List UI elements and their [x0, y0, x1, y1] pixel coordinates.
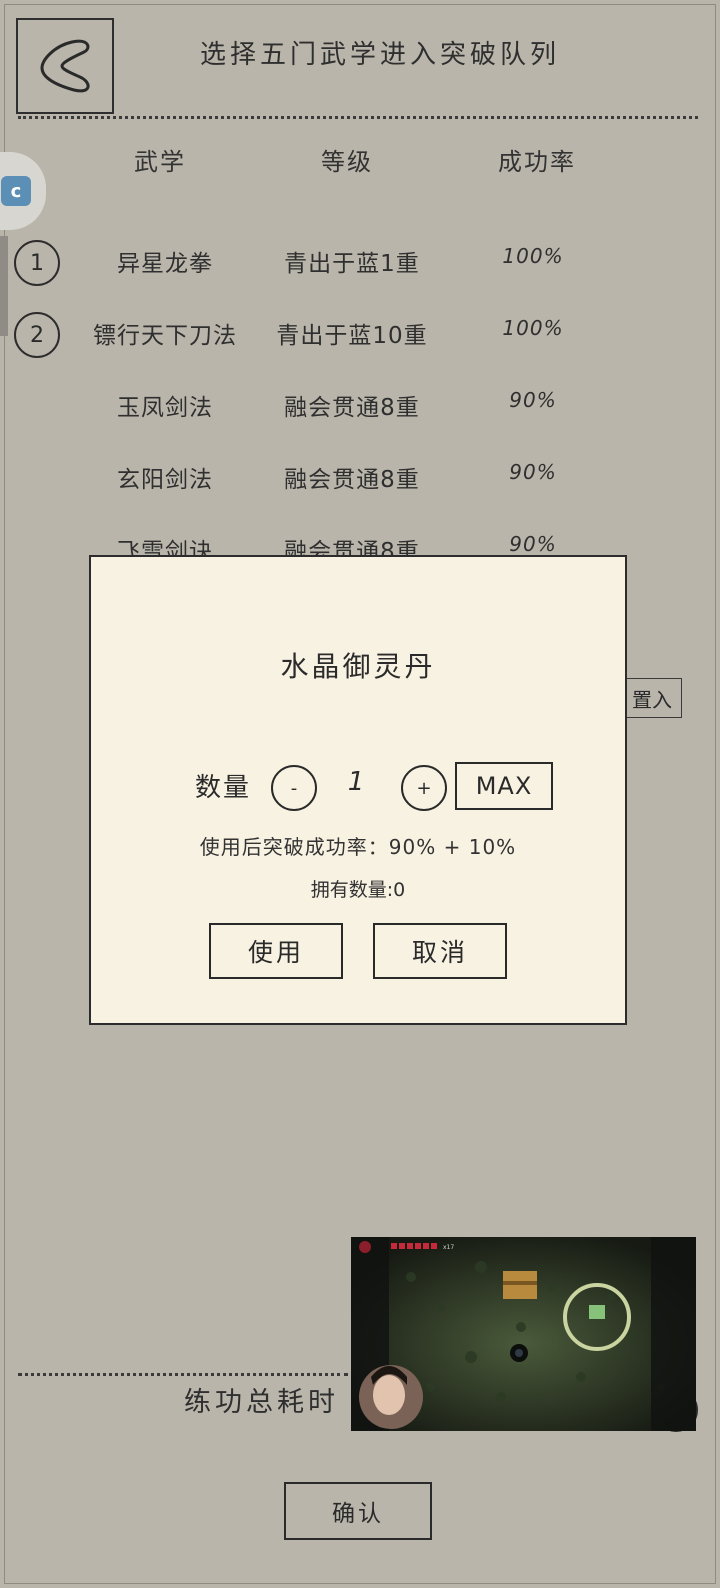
skill-level: 青出于蓝10重	[276, 323, 428, 349]
back-arrow-icon	[40, 39, 90, 93]
column-header-skill: 武学	[134, 148, 186, 176]
success-rate-text: 使用后突破成功率：90% + 10%	[199, 835, 517, 859]
skill-rate: 90%	[509, 460, 557, 484]
item-use-dialog: 水晶御灵丹 数量 - 1 + MAX 使用后突破成功率：90% + 10% 拥有…	[89, 555, 627, 1025]
confirm-button[interactable]: 确认	[284, 1482, 432, 1540]
skill-rate: 100%	[502, 316, 564, 340]
skill-row[interactable]: 1 异星龙拳 青出于蓝1重 100%	[0, 236, 720, 286]
skill-rate: 90%	[509, 388, 557, 412]
skill-level: 青出于蓝1重	[284, 251, 420, 277]
skill-name: 玉凤剑法	[117, 395, 213, 421]
owned-count-text: 拥有数量:0	[310, 879, 406, 901]
back-button[interactable]	[16, 18, 114, 114]
floating-assistant-tab[interactable]: c	[0, 152, 46, 230]
skill-level: 融会贯通8重	[284, 395, 420, 421]
skill-name: 玄阳剑法	[117, 467, 213, 493]
column-header-level: 等级	[321, 148, 373, 176]
increase-button[interactable]: +	[401, 765, 447, 811]
page-title: 选择五门武学进入突破队列	[199, 40, 560, 70]
hud-counter: x17	[443, 1244, 454, 1251]
place-in-label: 置入	[632, 687, 672, 712]
skill-name: 镖行天下刀法	[93, 323, 237, 349]
skill-row[interactable]: 2 镖行天下刀法 青出于蓝10重 100%	[0, 308, 720, 358]
video-overlay[interactable]: x17	[351, 1237, 696, 1431]
quantity-label: 数量	[195, 773, 252, 803]
plus-label: +	[416, 777, 432, 799]
cancel-label: 取消	[411, 938, 468, 967]
confirm-label: 确认	[332, 1501, 384, 1527]
max-label: MAX	[475, 772, 533, 800]
cancel-button[interactable]: 取消	[373, 923, 507, 979]
max-button[interactable]: MAX	[455, 762, 553, 810]
total-time-label: 练功总耗时	[184, 1387, 339, 1418]
skill-level: 融会贯通8重	[284, 467, 420, 493]
footer-divider	[18, 1373, 348, 1376]
skill-row[interactable]: 玄阳剑法 融会贯通8重 90%	[0, 452, 720, 502]
header-divider	[18, 116, 698, 119]
decrease-button[interactable]: -	[271, 765, 317, 811]
column-header-rate: 成功率	[498, 148, 576, 176]
skill-row[interactable]: 玉凤剑法 融会贯通8重 90%	[0, 380, 720, 430]
rank-badge: 1	[14, 240, 60, 286]
game-scene-image: x17	[351, 1237, 696, 1431]
skill-name: 异星龙拳	[117, 251, 213, 277]
use-button[interactable]: 使用	[209, 923, 343, 979]
use-label: 使用	[247, 938, 304, 967]
skill-rate: 100%	[502, 244, 564, 268]
quantity-value: 1	[347, 767, 365, 797]
skill-rate: 90%	[509, 532, 557, 556]
assistant-icon: c	[1, 176, 31, 206]
dialog-title: 水晶御灵丹	[280, 650, 436, 683]
minus-label: -	[290, 777, 298, 799]
rank-badge: 2	[14, 312, 60, 358]
